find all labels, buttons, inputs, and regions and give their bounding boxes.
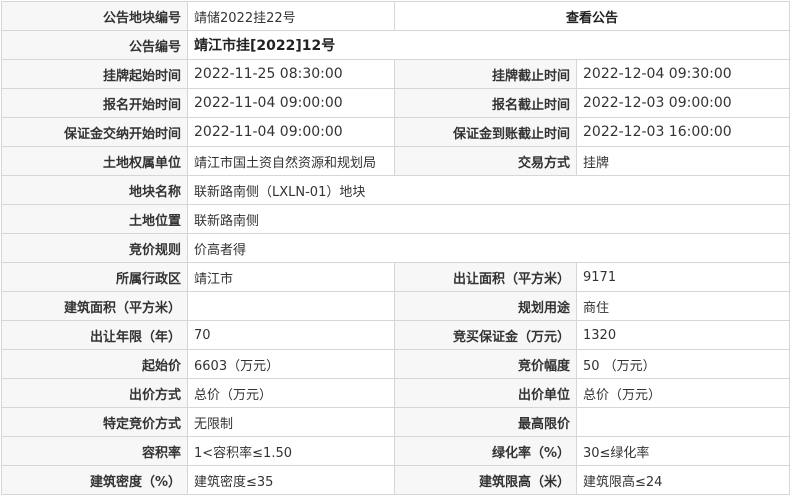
- building-area-value: [187, 291, 395, 321]
- transfer-area-value: 9171: [575, 262, 790, 292]
- deposit-start-label: 保证金交纳开始时间: [1, 117, 188, 147]
- green-rate-value: 30≤绿化率: [575, 436, 790, 466]
- row-bid-rule: 竞价规则 价高者得: [1, 233, 790, 263]
- years-label: 出让年限（年）: [1, 320, 188, 350]
- bid-rule-value: 价高者得: [186, 233, 790, 263]
- row-signup-time: 报名开始时间 2022-11-04 09:00:00 报名截止时间 2022-1…: [1, 88, 790, 118]
- years-value: 70: [187, 320, 395, 350]
- plot-ratio-label: 容积率: [1, 436, 188, 466]
- height-value: 建筑限高≤24: [575, 465, 790, 495]
- deposit-end-value: 2022-12-03 16:00:00: [575, 117, 790, 147]
- row-location: 土地位置 联新路南侧: [1, 204, 790, 234]
- row-years: 出让年限（年） 70 竞买保证金（万元） 1320: [1, 320, 790, 350]
- row-block-no: 公告地块编号 靖储2022挂22号 查看公告: [1, 1, 790, 31]
- price-method-value: 总价（万元）: [187, 378, 395, 408]
- owner-value: 靖江市国土资自然资源和规划局: [187, 146, 395, 176]
- block-no-label: 公告地块编号: [1, 1, 188, 31]
- plot-ratio-value: 1<容积率≤1.50: [187, 436, 395, 466]
- row-start-price: 起始价 6603（万元） 竞价幅度 50 （万元）: [1, 349, 790, 379]
- row-special-bid: 特定竞价方式 无限制 最高限价: [1, 407, 790, 437]
- signup-start-label: 报名开始时间: [1, 88, 188, 118]
- row-listing-time: 挂牌起始时间 2022-11-25 08:30:00 挂牌截止时间 2022-1…: [1, 59, 790, 89]
- increment-label: 竞价幅度: [394, 349, 577, 379]
- block-name-value: 联新路南侧（LXLN-01）地块: [186, 175, 790, 205]
- signup-end-label: 报名截止时间: [394, 88, 577, 118]
- listing-end-label: 挂牌截止时间: [394, 59, 577, 89]
- density-label: 建筑密度（%）: [1, 465, 188, 495]
- row-district: 所属行政区 靖江市 出让面积（平方米） 9171: [1, 262, 790, 292]
- bid-rule-label: 竞价规则: [1, 233, 188, 263]
- owner-label: 土地权属单位: [1, 146, 188, 176]
- block-no-value: 靖储2022挂22号: [187, 1, 395, 31]
- notice-no-label: 公告编号: [1, 30, 188, 60]
- building-area-label: 建筑面积（平方米）: [1, 291, 188, 321]
- row-owner: 土地权属单位 靖江市国土资自然资源和规划局 交易方式 挂牌: [1, 146, 790, 176]
- view-notice-cell: 查看公告: [393, 1, 790, 31]
- row-price-method: 出价方式 总价（万元） 出价单位 总价（万元）: [1, 378, 790, 408]
- density-value: 建筑密度≤35: [187, 465, 395, 495]
- price-unit-label: 出价单位: [394, 378, 577, 408]
- special-bid-value: 无限制: [187, 407, 395, 437]
- max-price-label: 最高限价: [394, 407, 577, 437]
- signup-start-value: 2022-11-04 09:00:00: [187, 88, 395, 118]
- start-price-label: 起始价: [1, 349, 188, 379]
- view-notice-link[interactable]: 查看公告: [566, 11, 618, 26]
- location-label: 土地位置: [1, 204, 188, 234]
- price-unit-value: 总价（万元）: [575, 378, 790, 408]
- signup-end-value: 2022-12-03 09:00:00: [575, 88, 790, 118]
- block-name-label: 地块名称: [1, 175, 188, 205]
- row-block-name: 地块名称 联新路南侧（LXLN-01）地块: [1, 175, 790, 205]
- trade-method-label: 交易方式: [394, 146, 577, 176]
- land-info-table: 公告地块编号 靖储2022挂22号 查看公告 公告编号 靖江市挂[2022]12…: [1, 1, 790, 495]
- row-notice-no: 公告编号 靖江市挂[2022]12号: [1, 30, 790, 60]
- price-method-label: 出价方式: [1, 378, 188, 408]
- planned-use-value: 商住: [575, 291, 790, 321]
- notice-no-value: 靖江市挂[2022]12号: [186, 30, 790, 60]
- district-label: 所属行政区: [1, 262, 188, 292]
- listing-start-label: 挂牌起始时间: [1, 59, 188, 89]
- bid-deposit-label: 竞买保证金（万元）: [394, 320, 577, 350]
- district-value: 靖江市: [187, 262, 395, 292]
- row-deposit-time: 保证金交纳开始时间 2022-11-04 09:00:00 保证金到账截止时间 …: [1, 117, 790, 147]
- listing-start-value: 2022-11-25 08:30:00: [187, 59, 395, 89]
- increment-value: 50 （万元）: [575, 349, 790, 379]
- transfer-area-label: 出让面积（平方米）: [394, 262, 577, 292]
- special-bid-label: 特定竞价方式: [1, 407, 188, 437]
- row-density: 建筑密度（%） 建筑密度≤35 建筑限高（米） 建筑限高≤24: [1, 465, 790, 495]
- row-building-area: 建筑面积（平方米） 规划用途 商住: [1, 291, 790, 321]
- listing-end-value: 2022-12-04 09:30:00: [575, 59, 790, 89]
- bid-deposit-value: 1320: [575, 320, 790, 350]
- start-price-value: 6603（万元）: [187, 349, 395, 379]
- height-label: 建筑限高（米）: [394, 465, 577, 495]
- planned-use-label: 规划用途: [394, 291, 577, 321]
- location-value: 联新路南侧: [186, 204, 790, 234]
- green-rate-label: 绿化率（%）: [394, 436, 577, 466]
- max-price-value: [575, 407, 790, 437]
- deposit-start-value: 2022-11-04 09:00:00: [187, 117, 395, 147]
- trade-method-value: 挂牌: [575, 146, 790, 176]
- deposit-end-label: 保证金到账截止时间: [394, 117, 577, 147]
- row-plot-ratio: 容积率 1<容积率≤1.50 绿化率（%） 30≤绿化率: [1, 436, 790, 466]
